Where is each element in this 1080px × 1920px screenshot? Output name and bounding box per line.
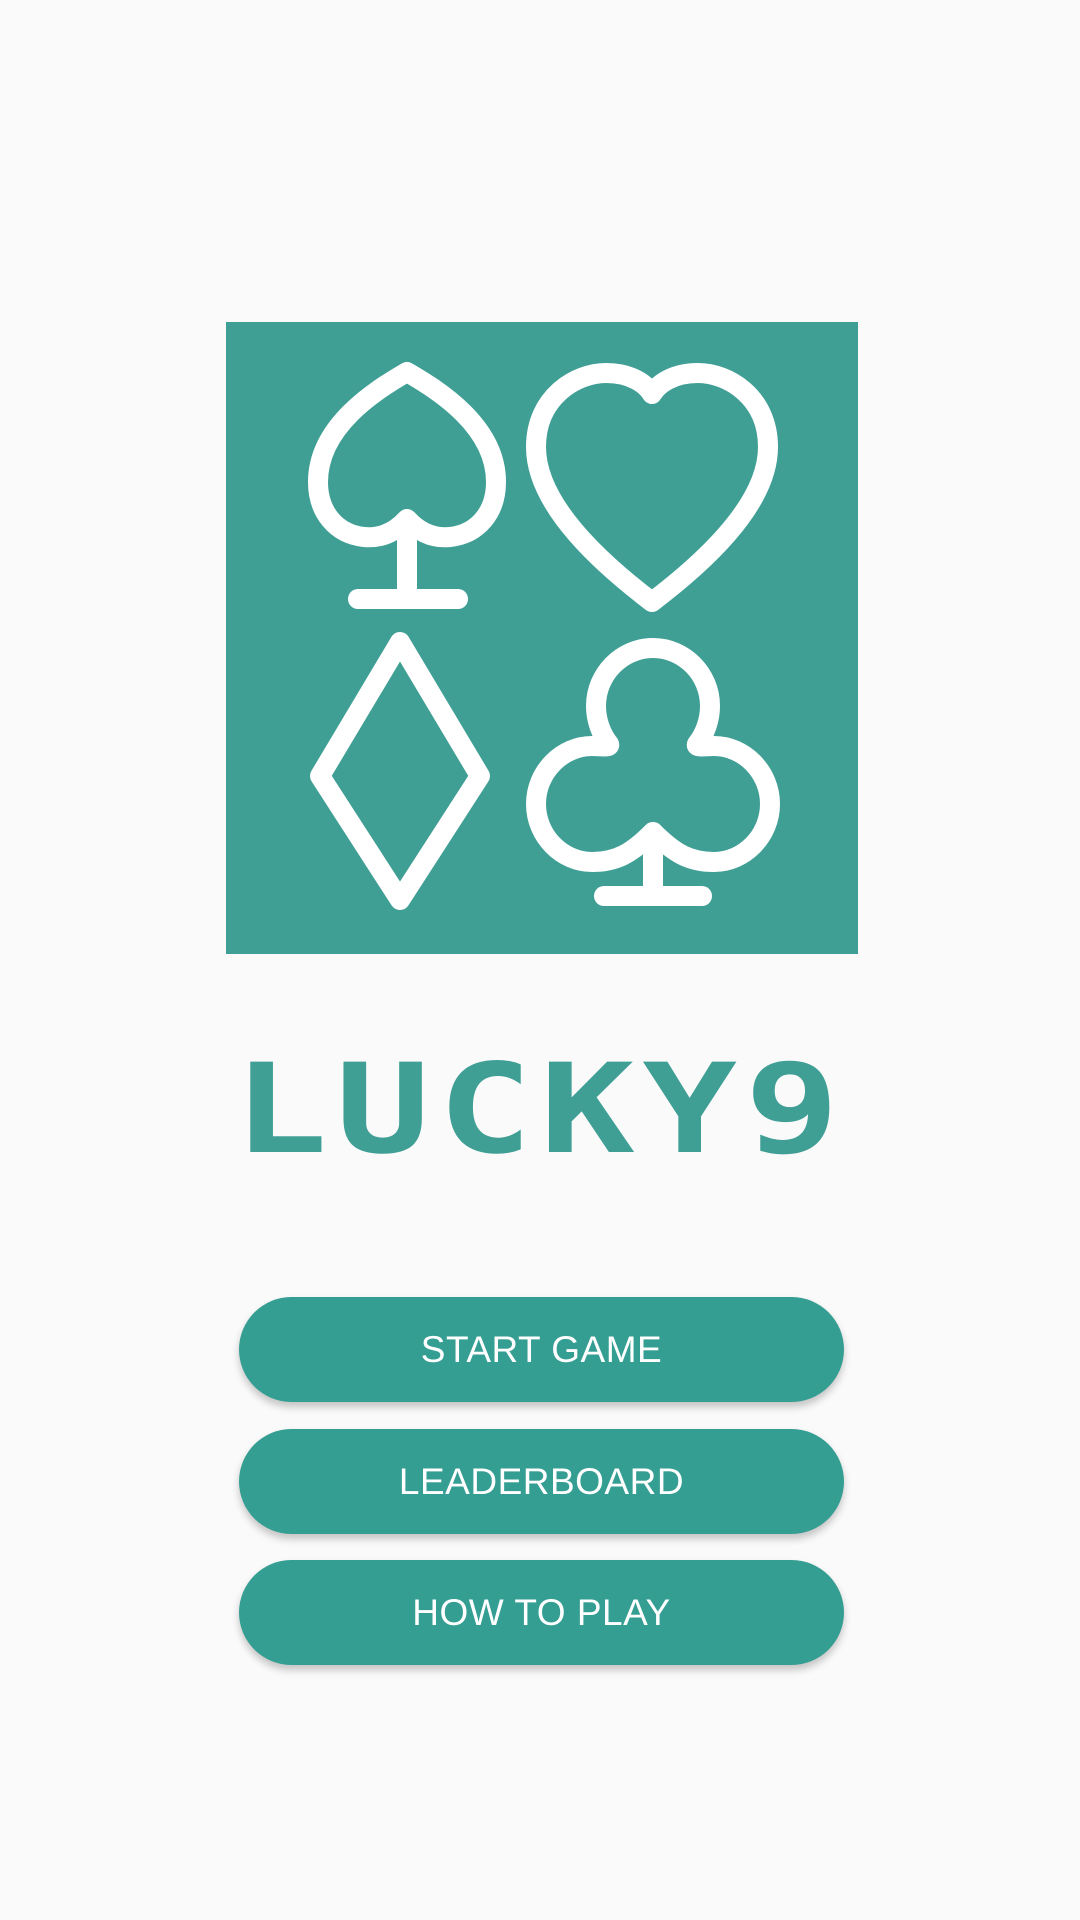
app-title: LUCKY9 — [233, 1038, 847, 1172]
heart-icon — [526, 363, 778, 612]
start-game-label: START GAME — [420, 1329, 663, 1370]
suits-emblem — [308, 362, 780, 910]
how-to-play-label: HOW TO PLAY — [412, 1592, 671, 1633]
how-to-play-button[interactable]: HOW TO PLAY — [239, 1560, 844, 1665]
spade-icon — [308, 362, 506, 609]
diamond-icon — [310, 632, 490, 910]
app-title-text: LUCKY9 — [233, 1038, 847, 1172]
start-game-button[interactable]: START GAME — [239, 1297, 844, 1402]
app-logo — [226, 322, 858, 954]
club-icon — [526, 638, 780, 906]
leaderboard-label: LEADERBOARD — [398, 1461, 685, 1502]
leaderboard-button[interactable]: LEADERBOARD — [239, 1429, 844, 1534]
